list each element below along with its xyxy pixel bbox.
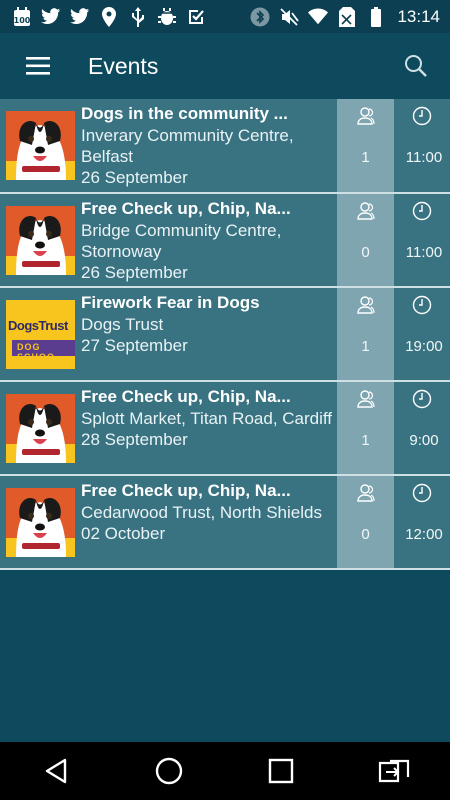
event-time: 11:00 bbox=[405, 149, 443, 166]
event-title: Free Check up, Chip, Na... bbox=[81, 387, 291, 406]
event-thumbnail: DogsTrust DOG SCHOO bbox=[6, 300, 75, 369]
svg-text:100: 100 bbox=[14, 16, 31, 25]
back-triangle-icon bbox=[46, 758, 67, 784]
attendee-count: 0 bbox=[361, 526, 370, 543]
event-thumbnail bbox=[6, 111, 75, 180]
menu-button[interactable] bbox=[20, 51, 56, 81]
status-time: 13:14 bbox=[397, 6, 440, 26]
hamburger-menu-icon bbox=[26, 57, 50, 75]
recents-button[interactable] bbox=[257, 747, 305, 795]
event-title: Firework Fear in Dogs bbox=[81, 293, 260, 312]
mute-icon bbox=[279, 7, 300, 27]
home-button[interactable] bbox=[145, 747, 193, 795]
usb-icon bbox=[128, 6, 148, 27]
person-icon bbox=[356, 388, 376, 410]
dogs-trust-logo: DogsTrust DOG SCHOO bbox=[6, 300, 75, 369]
page-title: Events bbox=[88, 52, 159, 79]
attendees-column: 0 bbox=[337, 194, 394, 286]
event-row[interactable]: DogsTrust DOG SCHOO Firework Fear in Dog… bbox=[0, 288, 450, 382]
event-title: Dogs in the community ... bbox=[81, 104, 288, 123]
event-thumbnail bbox=[6, 488, 75, 557]
time-column: 19:00 bbox=[394, 288, 450, 380]
event-title: Free Check up, Chip, Na... bbox=[81, 199, 291, 218]
events-list: Dogs in the community ... Inverary Commu… bbox=[0, 99, 450, 570]
person-icon bbox=[356, 105, 376, 127]
attendee-count: 1 bbox=[361, 149, 370, 166]
attendee-count: 1 bbox=[361, 338, 370, 355]
app-bar: Events bbox=[0, 33, 450, 99]
event-text: Dogs in the community ... Inverary Commu… bbox=[81, 103, 337, 188]
person-icon bbox=[356, 294, 376, 316]
recents-square-icon bbox=[269, 758, 294, 784]
clock-icon bbox=[412, 105, 432, 127]
location-pin-icon bbox=[99, 6, 119, 27]
event-venue: Splott Market, Titan Road, Cardiff bbox=[81, 409, 333, 428]
time-column: 12:00 bbox=[394, 476, 450, 568]
event-thumbnail bbox=[6, 206, 75, 275]
event-time: 11:00 bbox=[405, 244, 443, 261]
screen-switch-icon bbox=[378, 759, 409, 783]
event-title: Free Check up, Chip, Na... bbox=[81, 481, 291, 500]
event-date: 28 September bbox=[81, 430, 188, 449]
event-venue: Inverary Community Centre, Belfast bbox=[81, 126, 294, 166]
person-icon bbox=[356, 200, 376, 222]
status-left-icons: 100 bbox=[12, 6, 206, 27]
back-button[interactable] bbox=[32, 747, 80, 795]
search-icon bbox=[405, 55, 427, 77]
event-date: 27 September bbox=[81, 336, 188, 355]
event-thumbnail bbox=[6, 394, 75, 463]
logo-banner: DOG SCHOO bbox=[12, 340, 75, 362]
event-row[interactable]: Dogs in the community ... Inverary Commu… bbox=[0, 99, 450, 194]
twitter-icon bbox=[41, 7, 61, 27]
battery-icon bbox=[366, 6, 386, 27]
event-date: 26 September bbox=[81, 168, 188, 187]
twitter-icon bbox=[70, 7, 90, 27]
clock-icon bbox=[412, 200, 432, 222]
event-time: 19:00 bbox=[405, 338, 443, 355]
bluetooth-icon bbox=[250, 7, 270, 27]
calendar-100-icon: 100 bbox=[12, 6, 32, 27]
person-icon bbox=[356, 482, 376, 504]
event-time: 12:00 bbox=[405, 526, 443, 543]
attendees-column: 1 bbox=[337, 99, 394, 192]
switch-app-button[interactable] bbox=[370, 747, 418, 795]
event-venue: Cedarwood Trust, North Shields bbox=[81, 503, 322, 522]
event-time: 9:00 bbox=[409, 432, 439, 449]
event-date: 26 September bbox=[81, 263, 188, 282]
attendee-count: 0 bbox=[361, 244, 370, 261]
event-row[interactable]: Free Check up, Chip, Na... Splott Market… bbox=[0, 382, 450, 476]
attendees-column: 1 bbox=[337, 382, 394, 474]
status-right-icons: 13:14 bbox=[250, 6, 440, 27]
event-date: 02 October bbox=[81, 524, 166, 543]
event-venue: Bridge Community Centre, Stornoway bbox=[81, 221, 282, 261]
clock-icon bbox=[412, 388, 432, 410]
search-button[interactable] bbox=[398, 48, 434, 84]
home-circle-icon bbox=[155, 757, 182, 785]
clock-icon bbox=[412, 482, 432, 504]
checkbox-icon bbox=[186, 7, 206, 27]
android-debug-icon bbox=[157, 7, 177, 27]
event-row[interactable]: Free Check up, Chip, Na... Cedarwood Tru… bbox=[0, 476, 450, 570]
logo-subtext: DOG SCHOO bbox=[17, 342, 56, 362]
clock-icon bbox=[412, 294, 432, 316]
status-bar: 100 13:14 bbox=[0, 0, 450, 33]
logo-text: DogsTrust bbox=[8, 318, 68, 333]
event-text: Free Check up, Chip, Na... Bridge Commun… bbox=[81, 198, 337, 283]
event-venue: Dogs Trust bbox=[81, 315, 164, 334]
event-text: Free Check up, Chip, Na... Splott Market… bbox=[81, 386, 337, 450]
event-text: Free Check up, Chip, Na... Cedarwood Tru… bbox=[81, 480, 337, 544]
no-sim-icon bbox=[337, 6, 357, 27]
navigation-bar bbox=[0, 742, 450, 800]
event-row[interactable]: Free Check up, Chip, Na... Bridge Commun… bbox=[0, 194, 450, 288]
time-column: 11:00 bbox=[394, 194, 450, 286]
time-column: 11:00 bbox=[394, 99, 450, 192]
time-column: 9:00 bbox=[394, 382, 450, 474]
attendees-column: 0 bbox=[337, 476, 394, 568]
attendees-column: 1 bbox=[337, 288, 394, 380]
event-text: Firework Fear in Dogs Dogs Trust 27 Sept… bbox=[81, 292, 337, 356]
wifi-icon bbox=[308, 7, 329, 27]
attendee-count: 1 bbox=[361, 432, 370, 449]
